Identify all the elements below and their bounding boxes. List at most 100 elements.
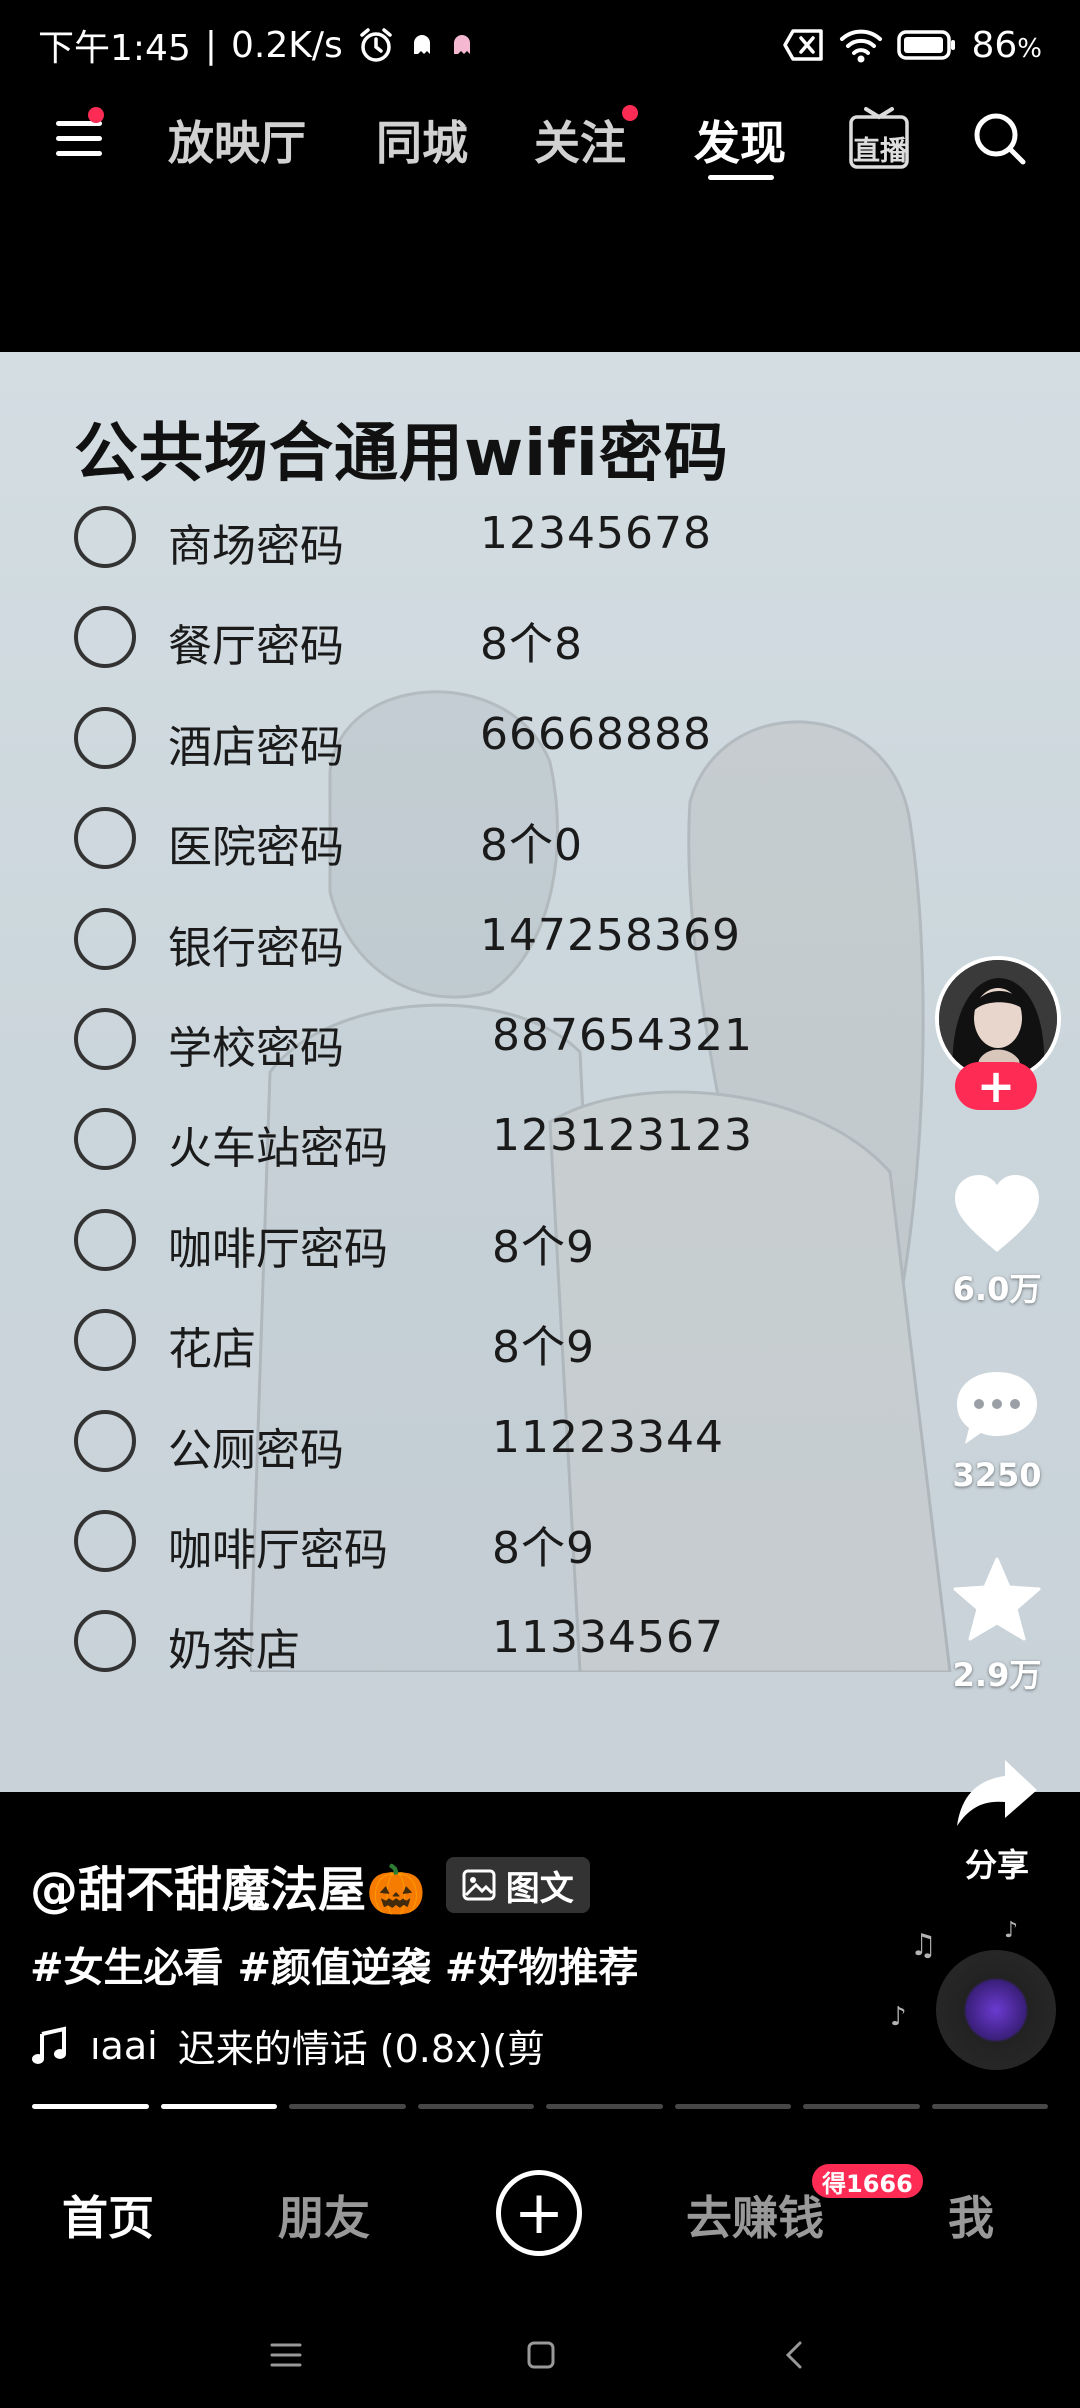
- password-value: 12345678: [480, 508, 712, 559]
- tab-following[interactable]: 关注: [534, 107, 626, 173]
- music-title: 迟来的情话 (0.8x)(剪: [177, 2027, 546, 2071]
- password-value: 147258369: [480, 909, 741, 961]
- list-item: 酒店密码 66668888: [74, 703, 874, 773]
- progress-segment: [546, 2104, 663, 2109]
- like-button[interactable]: 6.0万: [930, 1172, 1064, 1310]
- home-icon[interactable]: [526, 2340, 556, 2370]
- checkbox-circle[interactable]: [74, 706, 136, 769]
- checkbox-circle[interactable]: [74, 1008, 136, 1070]
- comment-icon: [957, 1372, 1037, 1444]
- checkbox-circle[interactable]: [74, 1510, 136, 1572]
- checkbox-circle[interactable]: [74, 1108, 136, 1171]
- checkbox-circle[interactable]: [74, 506, 136, 568]
- password-value: 887654321: [492, 1010, 753, 1061]
- checkbox-circle[interactable]: [74, 807, 136, 870]
- list-item: 医院密码 8个0: [74, 803, 874, 873]
- checkbox-circle[interactable]: [74, 1409, 136, 1472]
- password-value: 11334567: [492, 1612, 724, 1664]
- list-item: 咖啡厅密码 8个9: [74, 1205, 874, 1275]
- battery-unit: %: [1017, 33, 1042, 64]
- tab-home[interactable]: 首页: [62, 2182, 154, 2248]
- active-tab-indicator: [708, 175, 774, 180]
- live-label: 直播: [853, 136, 907, 167]
- checkbox-circle[interactable]: [74, 1208, 136, 1271]
- list-item: 学校密码 887654321: [74, 1004, 874, 1074]
- top-nav: 放映厅 同城 关注 发现 直播: [0, 95, 1080, 195]
- follow-button[interactable]: +: [955, 1062, 1037, 1110]
- status-left: 下午1:45 | 0.2K/s: [38, 19, 475, 71]
- checkbox-circle[interactable]: [74, 1610, 136, 1673]
- comment-button[interactable]: 3250: [930, 1368, 1064, 1494]
- place-label: 学校密码: [168, 1023, 344, 1074]
- earn-badge: 得1666: [810, 2162, 925, 2200]
- floating-note-icon-3: ♪: [1004, 1918, 1019, 1943]
- place-label: 公厕密码: [168, 1424, 344, 1476]
- progress-segment: [160, 2104, 277, 2109]
- star-icon: [953, 1557, 1041, 1641]
- post-title: 公共场合通用wifi密码: [74, 417, 729, 491]
- checkbox-circle[interactable]: [74, 907, 136, 970]
- wifi-icon: [839, 27, 883, 63]
- place-label: 医院密码: [168, 822, 344, 874]
- list-item: 餐厅密码 8个8: [74, 602, 874, 672]
- following-notification-dot: [622, 105, 638, 121]
- status-bar: 下午1:45 | 0.2K/s 86%: [0, 0, 1080, 90]
- share-icon: [957, 1760, 1037, 1826]
- music-line[interactable]: ıaai 迟来的情话 (0.8x)(剪: [30, 2018, 545, 2073]
- status-time: 下午1:45: [38, 28, 191, 69]
- create-button[interactable]: +: [496, 2170, 582, 2256]
- checkbox-circle[interactable]: [74, 606, 136, 669]
- back-icon[interactable]: [782, 2340, 806, 2370]
- share-label: 分享: [964, 1846, 1029, 1884]
- favorite-count: 2.9万: [952, 1656, 1042, 1694]
- music-prefix: ıaai: [90, 2023, 158, 2068]
- password-value: 8个0: [480, 820, 583, 872]
- tab-cinema[interactable]: 放映厅: [168, 107, 306, 173]
- bottom-tab-bar: 首页 朋友 + 去赚钱 得1666 我: [0, 2140, 1080, 2280]
- status-separator: |: [204, 24, 217, 66]
- progress-segment: [289, 2104, 406, 2109]
- menu-notification-dot: [88, 107, 104, 123]
- place-label: 花店: [168, 1324, 256, 1376]
- password-value: 8个9: [492, 1523, 595, 1574]
- tab-earn[interactable]: 去赚钱: [686, 2182, 824, 2248]
- password-value: 11223344: [492, 1411, 724, 1463]
- image-text-chip[interactable]: 图文: [445, 1857, 590, 1913]
- password-value: 123123123: [492, 1110, 753, 1162]
- place-label: 酒店密码: [168, 721, 344, 773]
- tab-friends[interactable]: 朋友: [278, 2182, 370, 2248]
- checkbox-circle[interactable]: [74, 1309, 136, 1372]
- system-nav-bar: [0, 2300, 1080, 2408]
- list-item: 银行密码 147258369: [74, 904, 874, 974]
- battery-level: 86%: [971, 24, 1042, 66]
- music-note-icon: [32, 2025, 66, 2064]
- password-value: 8个9: [492, 1221, 595, 1273]
- menu-button[interactable]: [56, 107, 104, 163]
- place-label: 火车站密码: [168, 1123, 388, 1175]
- progress-segment: [32, 2104, 149, 2109]
- floating-note-icon-2: ♪: [890, 2002, 907, 2032]
- favorite-button[interactable]: 2.9万: [930, 1556, 1064, 1696]
- list-item: 花店 8个9: [74, 1305, 874, 1375]
- ghost-pink-icon: [449, 32, 475, 58]
- list-item: 咖啡厅密码 8个9: [74, 1506, 874, 1576]
- author-name[interactable]: @甜不甜魔法屋🎃: [30, 1850, 426, 1920]
- alarm-icon: [357, 26, 395, 64]
- sim-off-icon: [783, 28, 825, 62]
- ghost-icon: [409, 32, 435, 58]
- place-label: 咖啡厅密码: [168, 1525, 388, 1576]
- tab-me[interactable]: 我: [948, 2182, 994, 2248]
- music-disc[interactable]: [936, 1950, 1056, 2070]
- password-value: 8个9: [492, 1322, 595, 1374]
- post-image[interactable]: 公共场合通用wifi密码 商场密码 12345678 餐厅密码 8个8 酒店密码 6666…: [0, 352, 1080, 1792]
- tab-discover[interactable]: 发现: [694, 107, 786, 173]
- share-button[interactable]: 分享: [930, 1756, 1064, 1886]
- recents-icon[interactable]: [270, 2342, 302, 2368]
- author-line: @甜不甜魔法屋🎃 图文: [30, 1850, 590, 1920]
- comment-count: 3250: [952, 1456, 1042, 1494]
- password-value: 8个8: [480, 619, 583, 671]
- tab-nearby[interactable]: 同城: [376, 107, 468, 173]
- search-button[interactable]: [972, 111, 1028, 167]
- live-icon[interactable]: 直播: [848, 105, 910, 171]
- hashtags[interactable]: #女生必看 #颜值逆袭 #好物推荐: [30, 1935, 638, 1993]
